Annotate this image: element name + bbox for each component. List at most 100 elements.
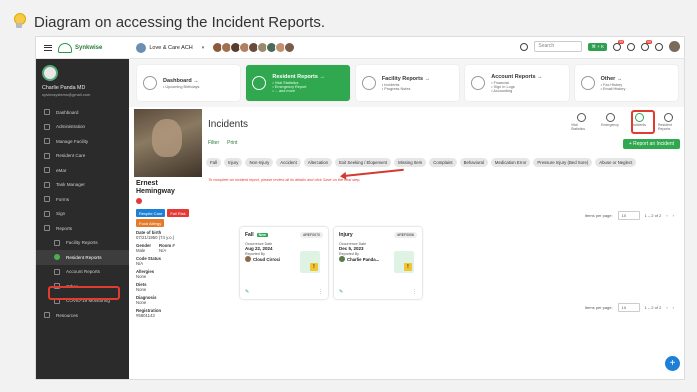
action-emergency[interactable]: Emergency <box>600 113 620 131</box>
tag-respite-care: Respite Care <box>136 209 166 217</box>
prev-page-icon[interactable]: ‹ <box>666 305 667 310</box>
card-line: • Upcoming Birthdays <box>163 84 200 89</box>
facility-avatar <box>136 42 147 53</box>
action-label: Emergency <box>601 123 619 127</box>
gender-value: Male <box>136 248 146 253</box>
account-icon <box>471 76 486 90</box>
sidebar-item-resident-reports[interactable]: Resident Reports <box>36 250 129 265</box>
clipboard-warning-icon <box>300 251 320 273</box>
toolbar: Filter Print <box>208 140 237 146</box>
sidebar-item-account-reports[interactable]: Account Reports <box>36 265 129 280</box>
reporter-name: Cloud Cirroci <box>253 256 281 262</box>
room-value: N/A <box>159 248 167 253</box>
chip-medication-error[interactable]: Medication Error <box>490 158 531 167</box>
sidebar-item-label: Reports <box>56 225 73 231</box>
sidebar-item-forms[interactable]: Forms <box>36 192 129 207</box>
card-account-reports[interactable]: Account Reports → • Financial • Sign In Lo… <box>465 65 569 101</box>
email-icon[interactable]: 99 <box>613 39 624 51</box>
card-title: Other → <box>600 75 623 82</box>
sidebar-item-resident-care[interactable]: Resident Care <box>36 149 129 164</box>
sidebar-item-administration[interactable]: Administration <box>36 120 129 135</box>
form-icon <box>44 196 50 203</box>
page-size-select[interactable]: 10 <box>617 211 640 220</box>
resources-icon <box>44 312 50 319</box>
more-options-icon[interactable]: ⋮ <box>318 289 323 295</box>
report-incident-button[interactable]: + Report an Incident <box>622 139 680 149</box>
card-facility-reports[interactable]: Facility Reports → • Incidents • Progress … <box>355 65 460 101</box>
brand[interactable]: Synkwise <box>58 42 102 53</box>
chip-pressure-injury[interactable]: Pressure Injury (Bed Sore) <box>533 158 593 167</box>
action-resident-reports[interactable]: Resident Reports <box>658 113 678 131</box>
incident-type: Fall <box>245 232 254 238</box>
sidebar-item-dashboard[interactable]: Dashboard <box>36 105 129 120</box>
chip-fall[interactable]: Fall <box>206 158 221 167</box>
user-avatar[interactable] <box>669 41 680 52</box>
card-line: • Fax History <box>600 82 623 87</box>
sidebar-item-label: Sign <box>56 211 66 217</box>
sidebar-item-emar[interactable]: eMar <box>36 163 129 178</box>
page-size-select[interactable]: 10 <box>617 303 640 312</box>
incident-card[interactable]: Injury #REF0006 Occurrence Date Dec 5, 2… <box>334 227 422 299</box>
resident-panel: Ernest Hemingway Respite Care Fall Risk … <box>132 109 202 379</box>
caption-text: Diagram on accessing the Incident Report… <box>34 13 325 31</box>
card-other[interactable]: Other → • Fax History • Email History <box>574 65 679 101</box>
sidebar-item-facility-reports[interactable]: Facility Reports <box>36 236 129 251</box>
resident-photo <box>134 109 202 177</box>
chip-behavioral[interactable]: Behavioral <box>459 158 488 167</box>
add-fab-button[interactable]: + <box>665 356 680 371</box>
reporter-name: Charlie Panda... <box>347 256 380 262</box>
card-title: Account Reports → <box>491 73 543 80</box>
reporter-avatar <box>245 256 251 262</box>
sidebar-item-resources[interactable]: Resources <box>36 308 129 323</box>
facility-selector[interactable]: Love & Care ACH ▾ <box>136 42 205 53</box>
chip-accident[interactable]: Accident <box>276 158 301 167</box>
code-value: N/A <box>136 261 144 266</box>
megaphone-icon[interactable] <box>520 42 529 51</box>
app-window: Synkwise Love & Care ACH ▾ Search ⌘ + K … <box>35 36 685 380</box>
chat-icon[interactable] <box>655 42 663 51</box>
resident-avatars[interactable] <box>212 42 296 53</box>
prev-page-icon[interactable]: ‹ <box>666 213 667 218</box>
sidebar-item-task-manager[interactable]: Task Manager <box>36 178 129 193</box>
card-resident-reports[interactable]: Resident Reports → • Vital Statistics • Em… <box>246 65 350 101</box>
chip-injury[interactable]: Injury <box>223 158 243 167</box>
pill-icon <box>44 167 50 174</box>
more-options-icon[interactable]: ⋮ <box>412 289 417 295</box>
edit-icon[interactable]: ✎ <box>245 289 249 295</box>
alert-icon <box>136 198 142 204</box>
card-dashboard[interactable]: Dashboard → • Upcoming Birthdays <box>137 65 241 101</box>
pager-top: Items per page: 10 1 – 2 of 2 ‹ › <box>585 211 674 220</box>
bell-icon[interactable]: 99 <box>641 39 652 51</box>
filter-button[interactable]: Filter <box>208 140 219 146</box>
chip-complaint[interactable]: Complaint <box>429 158 457 167</box>
chip-exit-seeking[interactable]: Exit Seeking / Elopement <box>335 158 392 167</box>
resident-icon <box>252 76 267 90</box>
chip-altercation[interactable]: Altercation <box>303 158 333 167</box>
pager-label: Items per page: <box>584 305 613 310</box>
pager-range: 1 – 2 of 2 <box>644 305 662 310</box>
task-icon <box>44 181 50 188</box>
reporter-avatar <box>339 256 345 262</box>
print-button[interactable]: Print <box>227 140 237 146</box>
user-email: sysinosystems@gmail.com <box>42 92 91 97</box>
chip-non-injury[interactable]: Non-Injury <box>245 158 274 167</box>
dashboard-icon <box>44 109 50 116</box>
highlight-incidents <box>631 110 655 134</box>
next-page-icon[interactable]: › <box>673 213 674 218</box>
next-page-icon[interactable]: › <box>673 305 674 310</box>
chip-missing-item[interactable]: Missing Item <box>394 158 427 167</box>
chip-abuse-neglect[interactable]: Abuse or Neglect <box>595 158 637 167</box>
edit-icon[interactable]: ✎ <box>339 289 343 295</box>
sidebar-item-sign[interactable]: Sign <box>36 207 129 222</box>
action-vital-statistics[interactable]: Vital Statistics <box>571 113 591 131</box>
chevron-down-icon: ▾ <box>201 44 205 51</box>
incident-card[interactable]: Fall New #REF0070 Occurrence Date Aug 22,… <box>240 227 328 299</box>
menu-icon[interactable] <box>44 43 52 52</box>
sidebar-item-manage-facility[interactable]: Manage Facility <box>36 134 129 149</box>
diagnosis-value: None <box>136 300 147 305</box>
sidebar-item-reports[interactable]: Reports <box>36 221 129 236</box>
diets-value: None <box>136 287 147 292</box>
search-input[interactable]: Search <box>534 41 583 52</box>
sidebar-item-label: Resources <box>56 312 78 318</box>
help-icon[interactable] <box>627 42 635 51</box>
